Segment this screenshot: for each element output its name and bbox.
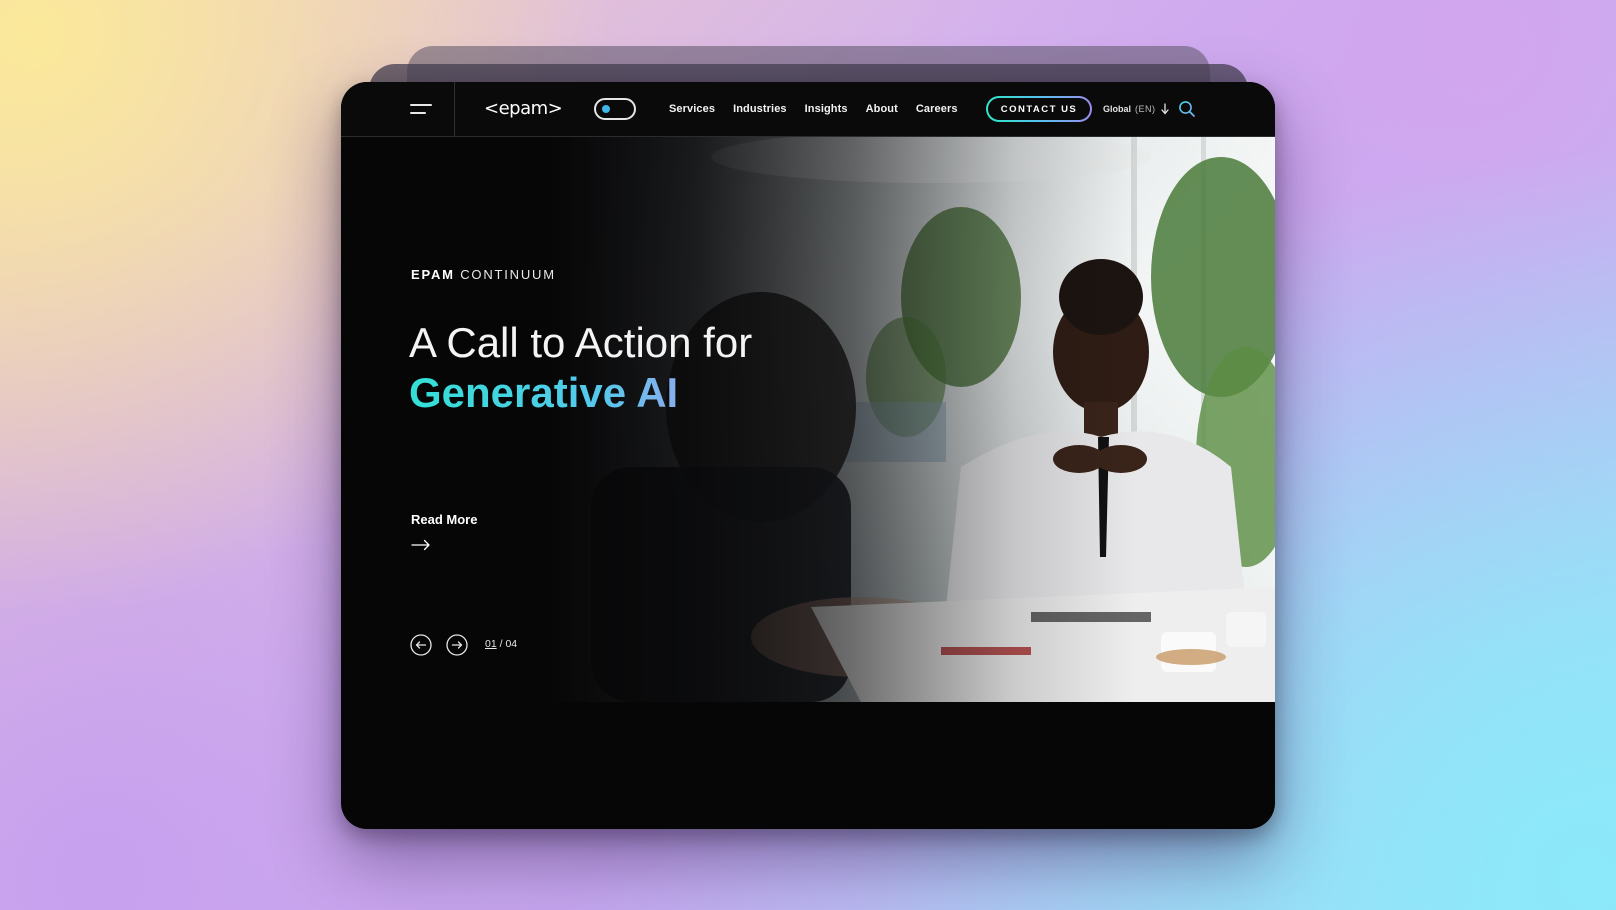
arrow-left-circle-icon[interactable] <box>410 634 432 656</box>
top-navbar: <epam> Services Industries Insights Abou… <box>341 82 1275 137</box>
read-more-link[interactable]: Read More <box>411 512 477 527</box>
slide-total: 04 <box>505 638 518 650</box>
browser-window: <epam> Services Industries Insights Abou… <box>341 82 1275 829</box>
language-region: Global <box>1103 104 1132 114</box>
nav-divider <box>454 82 455 136</box>
hero-eyebrow: EPAM CONTINUUM <box>411 267 556 282</box>
eyebrow-sub: CONTINUUM <box>460 267 556 282</box>
nav-link-industries[interactable]: Industries <box>733 103 787 115</box>
eyebrow-brand: EPAM <box>411 267 455 282</box>
nav-link-careers[interactable]: Careers <box>916 103 958 115</box>
headline-line-1: A Call to Action for <box>409 319 753 366</box>
language-code: (EN) <box>1135 104 1156 114</box>
chevron-down-icon <box>1160 103 1169 115</box>
arrow-right-circle-icon[interactable] <box>446 634 468 656</box>
toggle-knob <box>602 105 610 113</box>
contact-us-button[interactable]: CONTACT US <box>986 96 1092 122</box>
headline-line-2: Generative AI <box>409 368 752 418</box>
contact-us-label: CONTACT US <box>988 98 1090 120</box>
nav-link-services[interactable]: Services <box>669 103 715 115</box>
slide-separator: / <box>499 638 503 650</box>
arrow-right-icon[interactable] <box>411 539 431 551</box>
nav-link-about[interactable]: About <box>866 103 898 115</box>
slide-current: 01 <box>485 638 497 650</box>
hero-section <box>341 137 1275 702</box>
hero-dark-overlay <box>341 137 1275 702</box>
language-selector[interactable]: Global (EN) <box>1103 82 1169 136</box>
hamburger-menu-icon[interactable] <box>410 102 434 116</box>
nav-link-insights[interactable]: Insights <box>805 103 848 115</box>
main-nav: Services Industries Insights About Caree… <box>669 82 976 136</box>
hero-headline: A Call to Action for Generative AI <box>409 318 752 418</box>
theme-toggle[interactable] <box>594 98 636 120</box>
slide-counter: 01 / 04 <box>485 638 517 650</box>
epam-logo[interactable]: <epam> <box>484 98 563 120</box>
search-icon[interactable] <box>1177 99 1197 119</box>
